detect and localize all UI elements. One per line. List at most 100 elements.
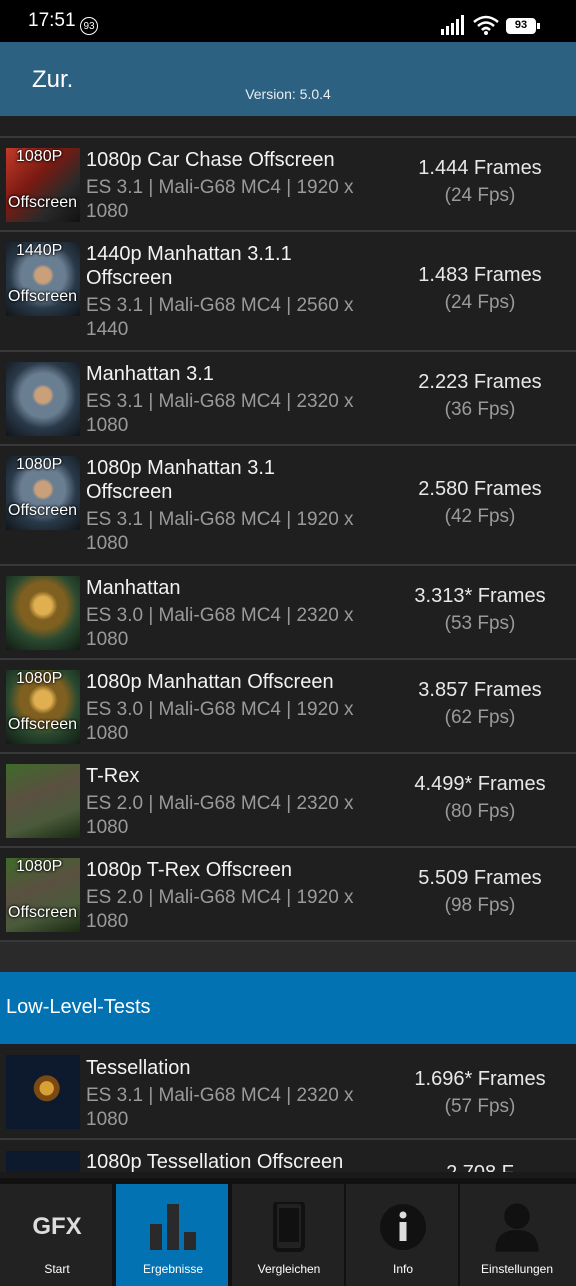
thumb-offscreen-label: Offscreen: [8, 904, 78, 921]
nav-start[interactable]: GFX Start: [0, 1184, 114, 1286]
info-icon: [380, 1204, 426, 1250]
nav-label: Vergleichen: [257, 1262, 321, 1276]
result-name: 1080p Tessellation Offscreen: [86, 1151, 344, 1173]
result-row[interactable]: Tessellation ES 3.1 | Mali-G68 MC4 | 232…: [0, 1044, 576, 1140]
result-frames: 2.223 Frames: [418, 371, 542, 393]
nav-label: Info: [392, 1262, 413, 1276]
test-thumbnail: [6, 362, 80, 436]
result-frames: 5.509 Frames: [418, 867, 542, 889]
result-spec-line1: ES 3.1 | Mali-G68 MC4 | 1920 x: [86, 177, 354, 198]
result-row[interactable]: Manhattan ES 3.0 | Mali-G68 MC4 | 2320 x 1…: [0, 566, 576, 660]
result-fps: (24 Fps): [444, 185, 516, 206]
thumb-resolution-label: 1080P: [16, 858, 63, 875]
result-name: 1080p T-Rex Offscreen: [86, 859, 293, 881]
result-spec-line1: ES 2.0 | Mali-G68 MC4 | 2320 x: [86, 793, 354, 814]
thumb-resolution-label: 1080P: [16, 670, 63, 687]
result-spec-line1: ES 3.1 | Mali-G68 MC4 | 2320 x: [86, 391, 354, 412]
result-fps: (80 Fps): [444, 801, 516, 822]
result-spec-line1: ES 3.0 | Mali-G68 MC4 | 2320 x: [86, 605, 354, 626]
status-time: 17:51: [28, 10, 76, 31]
result-spec-line2: 1080: [86, 415, 129, 436]
test-thumbnail: 1080P Offscreen: [6, 670, 80, 744]
test-thumbnail: [6, 764, 80, 838]
result-row[interactable]: 1080P Offscreen 1080p Manhattan 3.1 Offscre…: [0, 446, 576, 566]
result-spec-line2: 1080: [86, 1109, 129, 1130]
nav-vergleichen[interactable]: Vergleichen: [232, 1184, 346, 1286]
thumb-offscreen-label: Offscreen: [8, 194, 78, 211]
result-name: Manhattan: [86, 577, 181, 599]
nav-label: Ergebnisse: [142, 1262, 204, 1276]
result-frames: 1.696* Frames: [414, 1068, 546, 1090]
result-fps: (53 Fps): [444, 613, 516, 634]
thumb-offscreen-label: Offscreen: [8, 716, 78, 733]
status-bar: 17:51 93 93: [0, 0, 576, 42]
signal-icon: [441, 15, 464, 35]
phone-icon: [273, 1202, 305, 1252]
nav-label: Einstellungen: [480, 1262, 554, 1276]
result-row[interactable]: 1080p Tessellation Offscreen 2.708 F: [0, 1140, 576, 1176]
thumb-offscreen-label: Offscreen: [8, 502, 78, 519]
result-row[interactable]: 1080P Offscreen 1080p Car Chase Offscreen E…: [0, 138, 576, 232]
result-frames: 4.499* Frames: [414, 773, 546, 795]
result-spec-line2: 1080: [86, 629, 129, 650]
section-header-low-level: Low-Level-Tests: [0, 972, 576, 1044]
result-spec-line2: 1080: [86, 723, 129, 744]
result-fps: (42 Fps): [444, 506, 516, 527]
result-name: Manhattan 3.1: [86, 363, 214, 385]
bar-chart-icon: [150, 1204, 196, 1250]
test-thumbnail: [6, 576, 80, 650]
result-name: 1080p Manhattan 3.1: [86, 457, 276, 479]
result-row[interactable]: 1080P Offscreen 1080p T-Rex Offscreen ES 2.…: [0, 848, 576, 942]
result-name: 1080p Manhattan Offscreen: [86, 671, 334, 693]
result-row[interactable]: 1080P Offscreen 1080p Manhattan Offscreen E…: [0, 660, 576, 754]
result-fps: (62 Fps): [444, 707, 516, 728]
nav-label: Start: [44, 1262, 70, 1276]
section-title: Low-Level-Tests: [6, 996, 151, 1018]
result-name: 1080p Car Chase Offscreen: [86, 149, 335, 171]
gfx-logo-icon: GFX: [32, 1213, 82, 1240]
result-spec-line1: ES 3.1 | Mali-G68 MC4 | 2320 x: [86, 1085, 354, 1106]
result-frames: 3.313* Frames: [414, 585, 546, 607]
result-row[interactable]: Manhattan 3.1 ES 3.1 | Mali-G68 MC4 | 232…: [0, 352, 576, 446]
result-spec-line2: 1080: [86, 911, 129, 932]
result-spec-line1: ES 3.1 | Mali-G68 MC4 | 2560 x: [86, 295, 354, 316]
result-row[interactable]: T-Rex ES 2.0 | Mali-G68 MC4 | 2320 x 1080 4…: [0, 754, 576, 848]
wifi-icon: [473, 15, 499, 35]
test-thumbnail: 1080P Offscreen: [6, 456, 80, 530]
battery-icon: 93: [506, 18, 540, 34]
test-thumbnail: 1440P Offscreen: [6, 242, 80, 316]
result-fps: (57 Fps): [444, 1096, 516, 1117]
result-frames: 1.444 Frames: [418, 157, 542, 179]
thumb-resolution-label: 1440P: [16, 242, 63, 259]
result-row-partial[interactable]: 1080: [0, 116, 576, 138]
result-spec-line2: 1080: [86, 201, 129, 222]
thumb-offscreen-label: Offscreen: [8, 288, 78, 305]
result-name: T-Rex: [86, 765, 140, 787]
result-spec-line2: 1440: [86, 319, 129, 340]
test-thumbnail: 1080P Offscreen: [6, 148, 80, 222]
result-name: 1440p Manhattan 3.1.1: [86, 243, 292, 265]
result-row[interactable]: 1440P Offscreen 1440p Manhattan 3.1.1 Offsc…: [0, 232, 576, 352]
person-icon: [495, 1203, 539, 1252]
nav-einstellungen[interactable]: Einstellungen: [460, 1184, 576, 1286]
nav-info[interactable]: Info: [346, 1184, 460, 1286]
result-spec-line2: 1080: [86, 817, 129, 838]
nav-ergebnisse[interactable]: Ergebnisse: [116, 1184, 230, 1286]
result-frames: 1.483 Frames: [418, 264, 542, 286]
result-spec-line1: ES 3.0 | Mali-G68 MC4 | 1920 x: [86, 699, 354, 720]
version-label: Version: 5.0.4: [245, 86, 331, 102]
app-bar: Zur. Version: 5.0.4: [0, 42, 576, 116]
result-spec-line2: 1080: [86, 533, 129, 554]
result-frames: 2.580 Frames: [418, 478, 542, 500]
thumb-resolution-label: 1080P: [16, 456, 63, 473]
results-list[interactable]: 1080 1080P Offscreen 1080p Car Chase Offsc…: [0, 116, 576, 1176]
test-thumbnail: [6, 1055, 80, 1129]
result-fps: (36 Fps): [444, 399, 516, 420]
result-fps: (24 Fps): [444, 292, 516, 313]
result-name-line2: Offscreen: [86, 267, 173, 289]
test-thumbnail: 1080P Offscreen: [6, 858, 80, 932]
result-fps: (98 Fps): [444, 895, 516, 916]
result-name-line2: Offscreen: [86, 481, 173, 503]
thumb-resolution-label: 1080P: [16, 148, 63, 165]
result-name: Tessellation: [86, 1057, 191, 1079]
